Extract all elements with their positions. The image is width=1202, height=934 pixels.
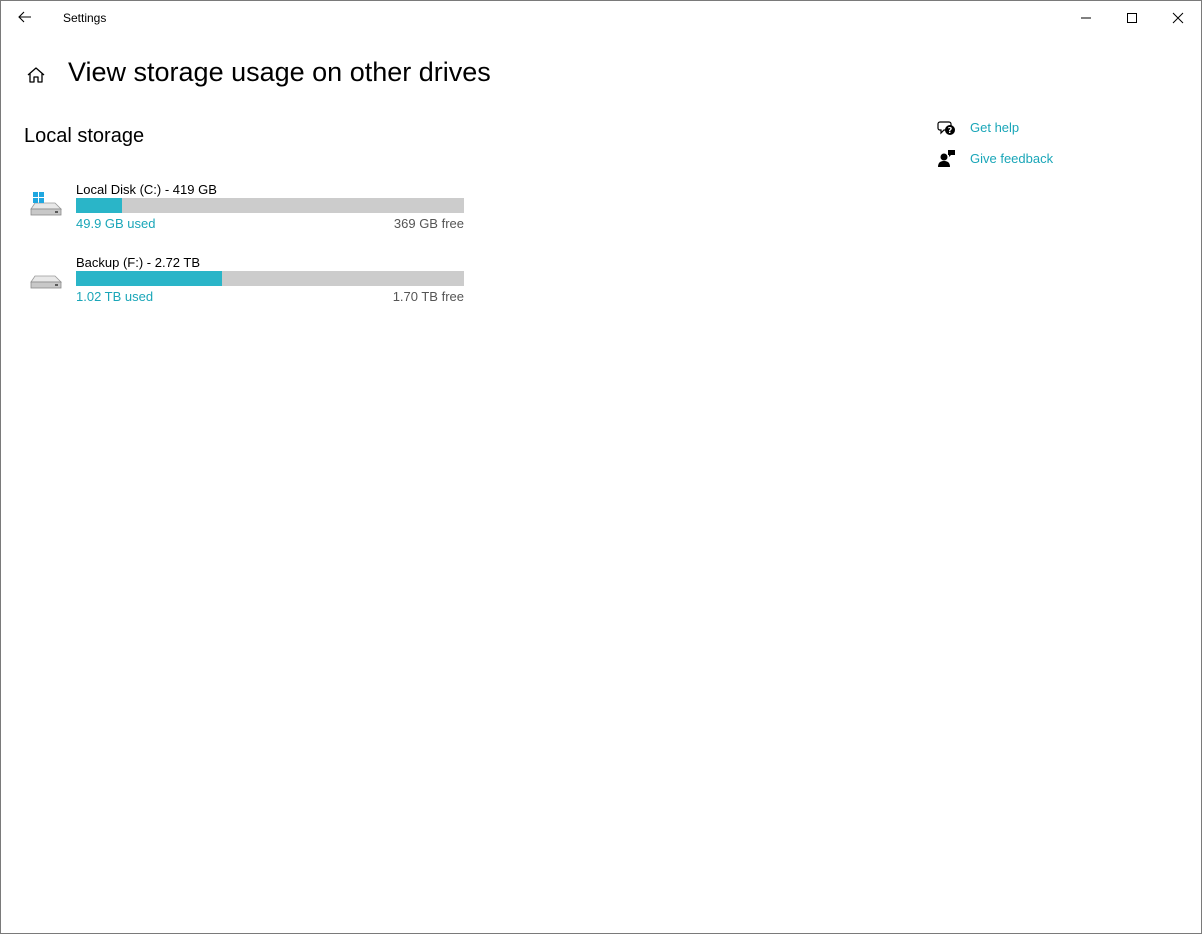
usage-bar-fill bbox=[76, 271, 222, 286]
get-help-label: Get help bbox=[970, 120, 1020, 135]
maximize-icon bbox=[1127, 12, 1137, 23]
give-feedback-label: Give feedback bbox=[970, 151, 1054, 166]
home-icon bbox=[27, 67, 45, 83]
maximize-button[interactable] bbox=[1109, 1, 1155, 34]
free-space: 369 GB free bbox=[393, 216, 464, 231]
drive-item-c[interactable]: Local Disk (C:) - 419 GB 49.9 GB used 36… bbox=[25, 179, 475, 235]
used-space: 1.02 TB used bbox=[76, 289, 154, 304]
drive-name: Local Disk (C:) - 419 GB bbox=[76, 182, 217, 197]
give-feedback-link[interactable]: Give feedback bbox=[937, 148, 1053, 170]
give-feedback-icon bbox=[938, 150, 955, 167]
usage-bar bbox=[76, 271, 464, 286]
window-title: Settings bbox=[63, 11, 107, 25]
home-button[interactable] bbox=[23, 62, 49, 88]
drive-name: Backup (F:) - 2.72 TB bbox=[76, 255, 201, 270]
minimize-button[interactable] bbox=[1063, 1, 1109, 34]
title-bar: Settings bbox=[1, 1, 1201, 34]
section-title: Local storage bbox=[24, 125, 145, 147]
minimize-icon bbox=[1081, 17, 1091, 18]
back-arrow-icon bbox=[18, 11, 31, 23]
svg-text:?: ? bbox=[948, 126, 953, 135]
usage-bar bbox=[76, 198, 464, 213]
close-button[interactable] bbox=[1155, 1, 1201, 34]
get-help-icon: ? bbox=[937, 121, 955, 135]
close-icon bbox=[1172, 12, 1184, 23]
usage-bar-fill bbox=[76, 198, 123, 213]
drive-item-f[interactable]: Backup (F:) - 2.72 TB 1.02 TB used 1.70 … bbox=[25, 252, 475, 308]
drive-icon bbox=[30, 275, 62, 289]
system-drive-icon bbox=[30, 192, 62, 216]
settings-window: Settings View storage usage on other dri… bbox=[0, 0, 1202, 934]
page-title: View storage usage on other drives bbox=[68, 57, 491, 87]
back-button[interactable] bbox=[9, 3, 41, 31]
get-help-link[interactable]: ? Get help bbox=[937, 117, 1019, 139]
free-space: 1.70 TB free bbox=[392, 289, 464, 304]
used-space: 49.9 GB used bbox=[76, 216, 156, 231]
